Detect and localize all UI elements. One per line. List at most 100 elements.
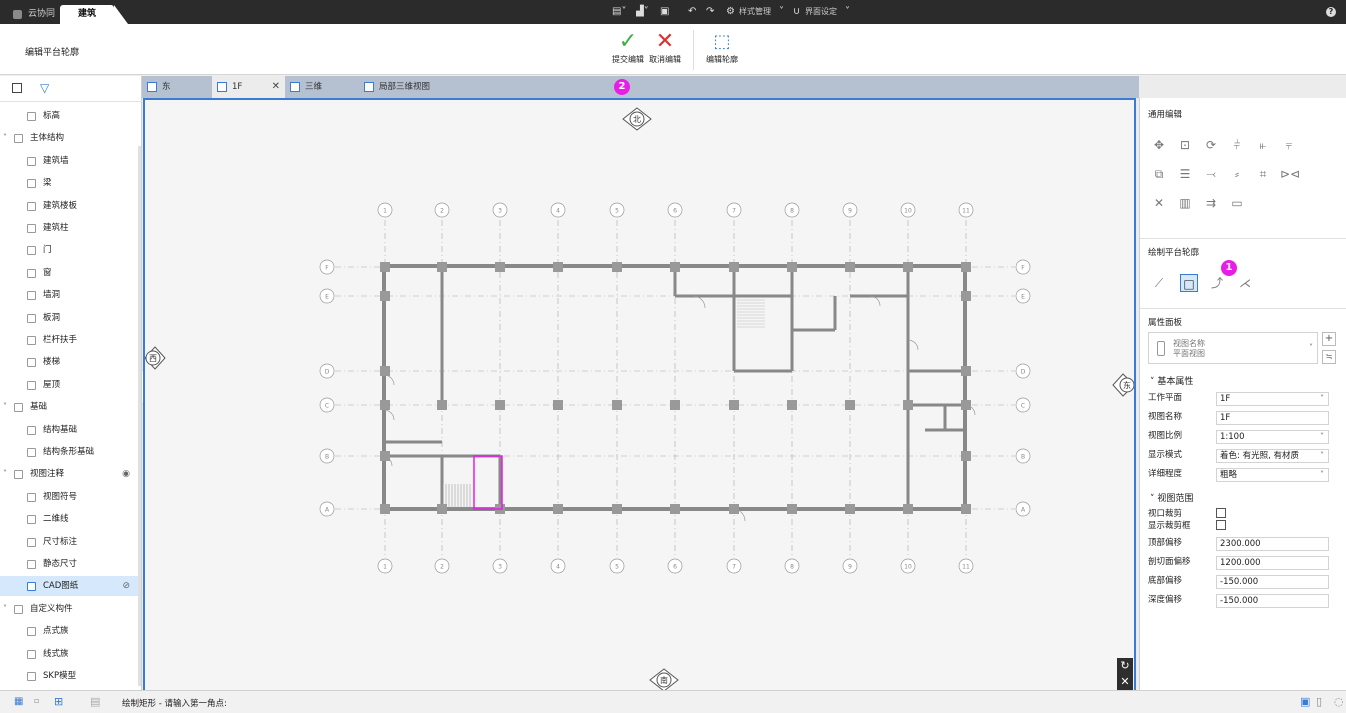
- tree-item[interactable]: 线式族: [0, 644, 138, 664]
- extend-icon[interactable]: ⤙: [1202, 165, 1220, 183]
- property-dropdown[interactable]: 着色: 有光照, 有材质 ˅: [1216, 449, 1329, 463]
- property-dropdown[interactable]: 粗略 ˅: [1216, 468, 1329, 482]
- dot-icon[interactable]: ▫: [34, 696, 39, 705]
- property-dropdown[interactable]: 1:100 ˅: [1216, 430, 1329, 444]
- property-input[interactable]: 1200.000: [1216, 556, 1329, 570]
- filter-icon[interactable]: ▽: [40, 81, 49, 95]
- tree-item[interactable]: 标高: [0, 106, 138, 126]
- cancel-edit-button[interactable]: ✕ 取消编辑: [645, 30, 685, 65]
- tree-item[interactable]: 栏杆扶手: [0, 330, 138, 350]
- delete-icon[interactable]: ✕: [1150, 194, 1168, 212]
- tree-item[interactable]: ˅ 视图注释 ◉: [0, 464, 138, 484]
- redo-icon[interactable]: ↷: [706, 7, 714, 17]
- app-tab-cloud[interactable]: 云协同: [6, 5, 55, 24]
- chevron-down-icon[interactable]: ˅: [3, 397, 7, 417]
- basic-props-toggle[interactable]: ˅ 基本属性: [1150, 374, 1193, 387]
- compass-north[interactable]: 北: [622, 107, 652, 131]
- view-tab-1f[interactable]: 1F ✕: [212, 76, 285, 98]
- building-icon[interactable]: ▟˅: [636, 7, 649, 17]
- save-icon[interactable]: ▣: [660, 7, 669, 17]
- settings-icon[interactable]: ◌: [1334, 695, 1344, 708]
- close-tab-icon[interactable]: ✕: [272, 76, 280, 98]
- view-control-widget[interactable]: ↻ ✕: [1117, 658, 1133, 692]
- align-icon[interactable]: ☰: [1176, 165, 1194, 183]
- drawing-canvas[interactable]: 1 1 2 2 3 3 4 4 5 5 6 6 7 7 8 8 9 9 10 10 11 11 F F E E D D C C B B A A 北…: [143, 98, 1136, 694]
- property-input[interactable]: -150.000: [1216, 575, 1329, 589]
- tree-item[interactable]: SKP模型: [0, 666, 138, 686]
- chevron-down-icon[interactable]: ˅: [3, 599, 7, 619]
- array-icon[interactable]: ⸗: [1228, 165, 1246, 183]
- polyline-tool-icon[interactable]: ⋌: [1236, 274, 1254, 292]
- tree-item[interactable]: 尺寸标注: [0, 532, 138, 552]
- tree-item[interactable]: 楼梯: [0, 352, 138, 372]
- move-icon[interactable]: ✥: [1150, 136, 1168, 154]
- property-input[interactable]: -150.000: [1216, 594, 1329, 608]
- eye-hidden-icon[interactable]: ⊘: [122, 576, 130, 596]
- property-input[interactable]: 1F: [1216, 411, 1329, 425]
- tree-item[interactable]: 墙洞: [0, 285, 138, 305]
- tree-item[interactable]: 视图符号: [0, 487, 138, 507]
- offset-icon[interactable]: ⧉: [1150, 165, 1168, 183]
- measure-icon[interactable]: ▭: [1228, 194, 1246, 212]
- tree-item[interactable]: 建筑柱: [0, 218, 138, 238]
- add-view-type-button[interactable]: +: [1322, 332, 1336, 346]
- tree-scrollbar[interactable]: [138, 146, 141, 686]
- tree-item[interactable]: 板洞: [0, 308, 138, 328]
- property-input[interactable]: 2300.000: [1216, 537, 1329, 551]
- compass-east[interactable]: 东: [1112, 373, 1134, 397]
- compass-south[interactable]: 南: [649, 668, 679, 692]
- rotate-icon[interactable]: ⟳: [1202, 136, 1220, 154]
- tree-item[interactable]: 静态尺寸: [0, 554, 138, 574]
- screen-icon[interactable]: ▣: [1300, 695, 1310, 708]
- tree-item[interactable]: 结构基础: [0, 420, 138, 440]
- app-tab-build[interactable]: 建筑: [60, 5, 129, 24]
- arc-tool-icon[interactable]: ⤴: [1208, 274, 1226, 292]
- rectangle-tool-icon[interactable]: □: [1180, 274, 1198, 292]
- tree-item[interactable]: ˅ 自定义构件: [0, 599, 138, 619]
- tree-item[interactable]: 二维线: [0, 509, 138, 529]
- eye-icon[interactable]: ◉: [122, 464, 130, 484]
- tree-item[interactable]: 结构条形基础: [0, 442, 138, 462]
- tree-item[interactable]: ˅ 主体结构: [0, 128, 138, 148]
- chevron-down-icon[interactable]: ˅: [3, 464, 7, 484]
- mirror-axis-icon[interactable]: ⫩: [1228, 136, 1246, 154]
- tree-item[interactable]: 屋顶: [0, 375, 138, 395]
- checkbox[interactable]: [1216, 508, 1226, 518]
- compass-west[interactable]: 西: [145, 346, 166, 370]
- chevron-down-icon[interactable]: ˅: [3, 128, 7, 148]
- undo-icon[interactable]: ↶: [688, 7, 696, 17]
- tree-item[interactable]: 建筑墙: [0, 151, 138, 171]
- selection-rectangle[interactable]: [473, 455, 503, 510]
- line-tool-icon[interactable]: ⟋: [1150, 274, 1168, 292]
- layout-icon[interactable]: ⊞: [54, 695, 63, 708]
- style-management-menu[interactable]: 样式管理: [739, 7, 771, 17]
- tree-item[interactable]: 窗: [0, 263, 138, 283]
- copy-icon[interactable]: ⊡: [1176, 136, 1194, 154]
- view-tab-local-3d[interactable]: 局部三维视图: [359, 76, 474, 98]
- table-icon[interactable]: ▤: [90, 695, 100, 708]
- view-range-toggle[interactable]: ˅ 视图范围: [1150, 491, 1193, 504]
- panel-toggle-icon[interactable]: [12, 83, 22, 93]
- group-icon[interactable]: ▥: [1176, 194, 1194, 212]
- tree-item[interactable]: ˅ 基础: [0, 397, 138, 417]
- split-icon[interactable]: ⫦: [1254, 136, 1272, 154]
- tree-item[interactable]: 点式族: [0, 621, 138, 641]
- submit-edit-button[interactable]: ✓ 提交编辑: [608, 30, 648, 65]
- view-type-selector[interactable]: 视图名称 平面视图 ˅: [1148, 332, 1318, 364]
- tree-item[interactable]: CAD图纸 ⊘: [0, 576, 138, 597]
- scale-icon[interactable]: ⌗: [1254, 165, 1272, 183]
- tree-item[interactable]: 门: [0, 240, 138, 260]
- grid-icon[interactable]: ▦: [14, 696, 23, 707]
- trim-icon[interactable]: ⫧: [1280, 136, 1298, 154]
- ui-settings-menu[interactable]: 界面设定: [805, 7, 837, 17]
- panel-icon[interactable]: ▯: [1316, 695, 1322, 708]
- edit-view-type-button[interactable]: ≒: [1322, 350, 1336, 364]
- mirror-icon[interactable]: ⊳⊲: [1280, 165, 1300, 183]
- view-tab-east[interactable]: 东: [142, 76, 212, 98]
- edit-outline-button[interactable]: ⬚ 编辑轮廓: [700, 30, 744, 65]
- help-icon[interactable]: ?: [1326, 7, 1336, 17]
- match-icon[interactable]: ⇉: [1202, 194, 1220, 212]
- checkbox[interactable]: [1216, 520, 1226, 530]
- tree-item[interactable]: 梁: [0, 173, 138, 193]
- property-dropdown[interactable]: 1F ˅: [1216, 392, 1329, 406]
